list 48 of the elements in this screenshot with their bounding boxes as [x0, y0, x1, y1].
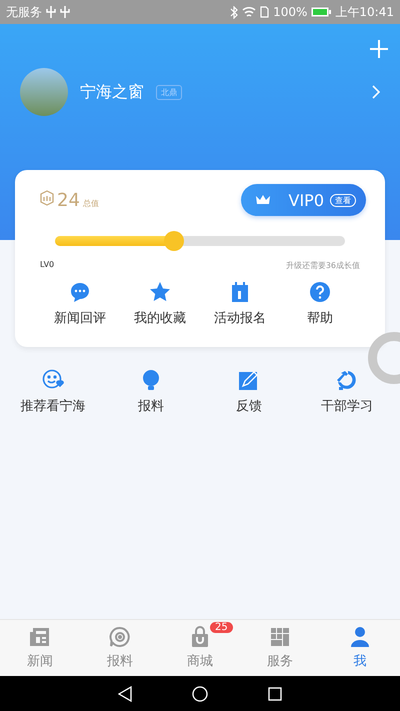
grid-icon — [269, 626, 291, 648]
level-label: LV0 — [40, 260, 54, 271]
home-icon[interactable] — [192, 686, 208, 702]
growth-thumb[interactable] — [164, 231, 184, 251]
battery-percent: 100% — [273, 5, 308, 19]
add-icon[interactable] — [370, 40, 388, 58]
recents-icon[interactable] — [268, 686, 282, 700]
back-icon[interactable] — [118, 686, 132, 702]
service-item[interactable]: 推荐看宁海 — [4, 369, 102, 415]
points-value: 24 — [57, 190, 80, 210]
nav-tab[interactable]: 我 — [320, 620, 400, 676]
battery-charging-icon — [311, 7, 332, 17]
usb-icon — [46, 6, 56, 18]
carrier-text: 无服务 — [6, 4, 42, 20]
shopping-bag-icon — [189, 626, 211, 648]
location-tag: 北鼎 — [156, 84, 182, 100]
service-item[interactable]: 干部学习 — [298, 369, 396, 415]
quick-action[interactable]: 活动报名 — [200, 281, 280, 327]
bluetooth-icon — [230, 6, 238, 18]
points-unit: 总值 — [82, 198, 99, 208]
user-name: 宁海之窗 — [80, 82, 144, 102]
crown-icon — [254, 194, 270, 206]
count-badge: 25 — [210, 622, 233, 633]
avatar-photo-placeholder[interactable] — [20, 68, 68, 116]
sim-card-icon — [260, 6, 270, 18]
chevron-right-icon[interactable] — [372, 85, 380, 99]
chat-bubble-icon — [69, 281, 91, 303]
wifi-icon — [242, 6, 256, 18]
upgrade-hint: 升级还需要36成长值 — [286, 260, 360, 271]
calendar-icon — [229, 281, 251, 303]
newspaper-icon — [29, 626, 51, 648]
quick-action[interactable]: 我的收藏 — [120, 281, 200, 327]
vip-level: VIP0 — [288, 190, 324, 210]
service-item[interactable]: 反馈 — [200, 369, 298, 415]
clock-time: 上午10:41 — [335, 4, 394, 20]
user-icon — [349, 626, 371, 648]
vip-button[interactable]: VIP0 查看 — [240, 184, 366, 216]
view-link[interactable]: 查看 — [330, 194, 356, 206]
nav-tab[interactable]: 商城 25 — [160, 620, 240, 676]
speech-target-icon — [109, 626, 131, 648]
quick-action[interactable]: 帮助 — [280, 281, 360, 327]
quick-action[interactable]: 新闻回评 — [40, 281, 120, 327]
light-bulb-icon — [140, 369, 162, 391]
service-item[interactable]: 报料 — [102, 369, 200, 415]
usb-icon — [60, 6, 70, 18]
star-icon — [149, 281, 171, 303]
pencil-square-icon — [238, 369, 260, 391]
help-icon — [309, 281, 331, 303]
